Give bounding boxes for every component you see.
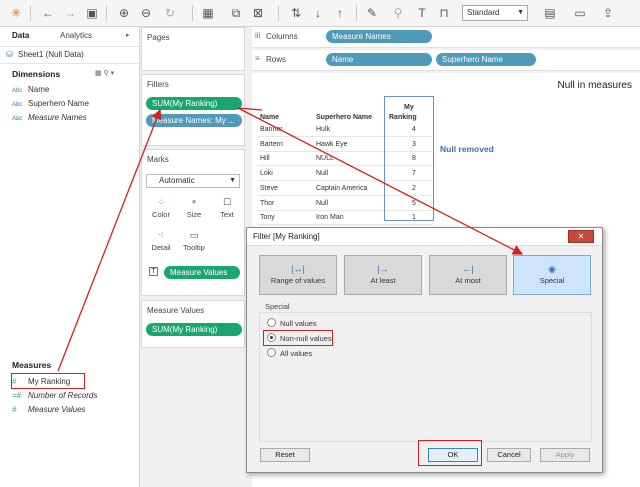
arrow-field-to-filter xyxy=(57,108,162,372)
arrow-filter-to-special xyxy=(237,107,524,255)
annotation-arrows xyxy=(57,107,524,372)
